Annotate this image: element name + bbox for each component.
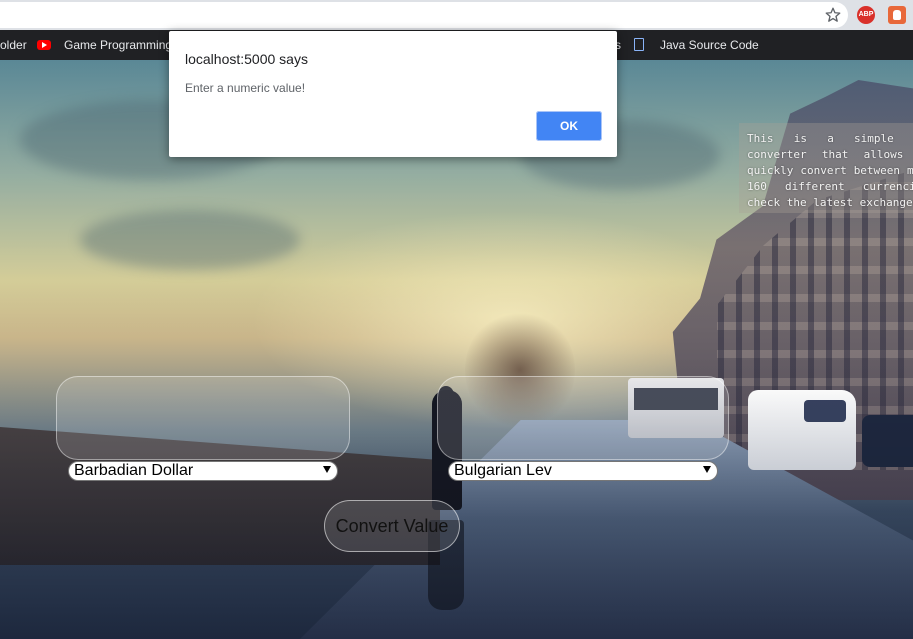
to-currency-select[interactable]: Bulgarian Lev: [448, 461, 718, 481]
bookmark-folder[interactable]: older: [0, 30, 27, 60]
chevron-down-icon: [323, 466, 331, 473]
chevron-down-icon: [703, 466, 711, 473]
from-currency-value: Barbadian Dollar: [74, 462, 194, 479]
convert-button[interactable]: Convert Value: [324, 500, 460, 552]
amount-input-to[interactable]: [437, 376, 729, 460]
abp-icon[interactable]: ABP: [857, 6, 875, 24]
document-icon: [634, 38, 644, 51]
dialog-title: localhost:5000 says: [185, 51, 308, 67]
bookmark-game-programming[interactable]: Game Programming: [64, 30, 172, 60]
description-box: This is a simple currency converter that…: [739, 123, 913, 213]
description-text: This is a simple currency converter that…: [747, 132, 913, 209]
amount-input-from[interactable]: [56, 376, 350, 460]
ok-button[interactable]: OK: [536, 111, 602, 141]
alert-dialog: localhost:5000 says Enter a numeric valu…: [169, 31, 617, 157]
to-currency-value: Bulgarian Lev: [454, 462, 552, 479]
address-bar[interactable]: [0, 2, 848, 28]
browser-toolbar: ABP: [0, 0, 913, 30]
bookmark-java-source-code[interactable]: Java Source Code: [660, 30, 759, 60]
extension-icon[interactable]: [888, 6, 906, 24]
dialog-message: Enter a numeric value!: [185, 81, 306, 95]
youtube-icon: [37, 40, 51, 50]
from-currency-select[interactable]: Barbadian Dollar: [68, 461, 338, 481]
star-icon[interactable]: [824, 6, 842, 24]
